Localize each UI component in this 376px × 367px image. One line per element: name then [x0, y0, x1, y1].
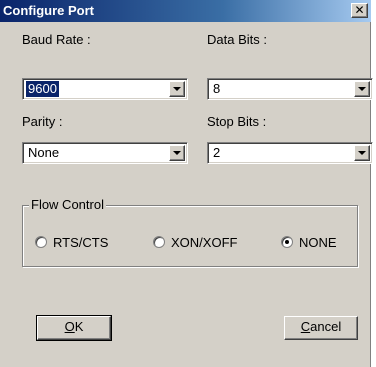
flow-control-title: Flow Control — [29, 197, 106, 212]
radio-xon-xoff-label: XON/XOFF — [171, 234, 238, 250]
title-bar: Configure Port ✕ — [0, 0, 371, 22]
cancel-button[interactable]: Cancel — [284, 316, 358, 340]
cancel-mnemonic: C — [300, 319, 311, 334]
data-bits-select[interactable]: 8 — [207, 78, 373, 100]
radio-rts-cts-circle[interactable] — [35, 236, 47, 248]
baud-rate-select[interactable]: 9600 — [22, 78, 188, 100]
configure-port-dialog: Configure Port ✕ Baud Rate : 9600 Data B… — [0, 0, 373, 367]
parity-value: None — [28, 145, 60, 160]
window-title: Configure Port — [3, 3, 94, 18]
stop-bits-label: Stop Bits : — [207, 114, 267, 129]
radio-none-label: NONE — [299, 234, 337, 250]
chevron-down-icon[interactable] — [354, 81, 370, 97]
radio-none-circle[interactable] — [281, 236, 293, 248]
baud-rate-value: 9600 — [25, 80, 60, 98]
stop-bits-value: 2 — [213, 145, 221, 160]
radio-none[interactable]: NONE — [281, 234, 337, 250]
ok-label-rest: K — [74, 319, 84, 334]
stop-bits-select[interactable]: 2 — [207, 142, 373, 164]
radio-rts-cts[interactable]: RTS/CTS — [35, 234, 108, 250]
baud-rate-label: Baud Rate : — [22, 32, 91, 47]
radio-xon-xoff-circle[interactable] — [153, 236, 165, 248]
radio-xon-xoff[interactable]: XON/XOFF — [153, 234, 237, 250]
close-icon: ✕ — [354, 3, 365, 17]
chevron-down-icon[interactable] — [169, 81, 185, 97]
data-bits-value: 8 — [213, 81, 221, 96]
ok-button[interactable]: OK — [36, 315, 112, 341]
close-button[interactable]: ✕ — [351, 3, 368, 18]
parity-select[interactable]: None — [22, 142, 188, 164]
chevron-down-icon[interactable] — [169, 145, 185, 161]
data-bits-label: Data Bits : — [207, 32, 267, 47]
cancel-label-rest: ancel — [310, 319, 342, 334]
ok-mnemonic: O — [64, 319, 75, 334]
chevron-down-icon[interactable] — [354, 145, 370, 161]
flow-control-group: Flow Control RTS/CTS XON/XOFF NONE — [22, 198, 358, 267]
parity-label: Parity : — [22, 114, 63, 129]
radio-rts-cts-label: RTS/CTS — [53, 234, 109, 250]
